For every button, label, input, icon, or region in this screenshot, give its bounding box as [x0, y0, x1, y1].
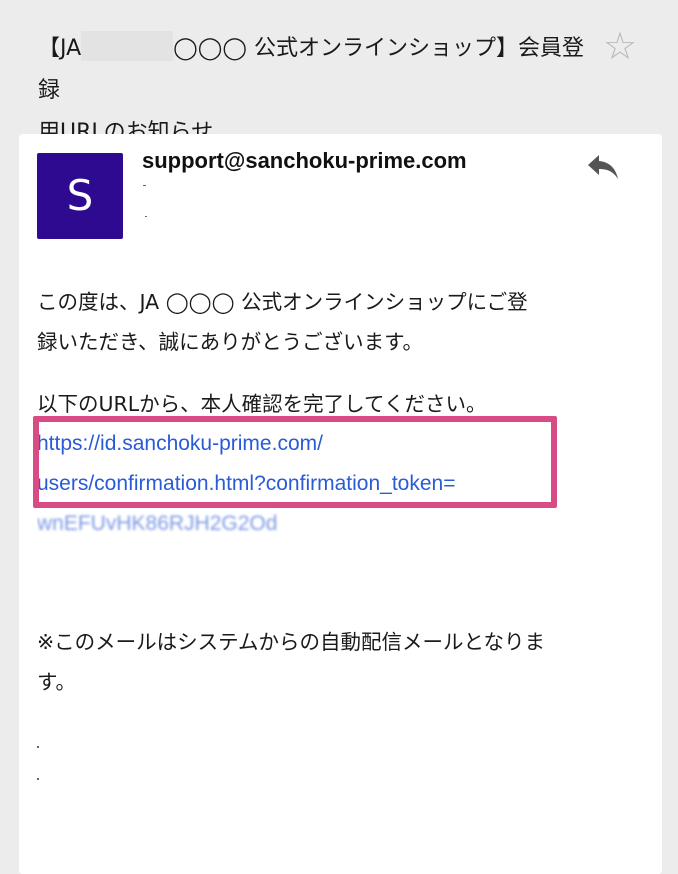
redacted-mark — [145, 216, 147, 217]
star-icon[interactable]: ☆ — [600, 26, 640, 66]
sender-address[interactable]: support@sanchoku-prime.com — [142, 148, 467, 174]
body-line: 録いただき、誠にありがとうございます。 — [37, 330, 424, 354]
body-line: この度は、JA ◯◯◯ 公式オンラインショップにご登 — [37, 290, 528, 314]
link-line: https://id.sanchoku-prime.com/ — [37, 432, 323, 455]
subject-prefix: 【JA — [38, 36, 82, 61]
link-line-obscured: wnEFUyHK86RJH2G2Qd — [37, 512, 278, 530]
subject-bar: 【JA ◯◯◯ 公式オンラインショップ】会員登録 用URLのお知らせ ☆ — [0, 0, 678, 145]
notice-line: す。 — [37, 670, 76, 694]
body-paragraph-2: 以下のURLから、本人確認を完了してください。 — [37, 392, 487, 416]
notice-line: ※このメールはシステムからの自動配信メールとなりま — [37, 630, 545, 654]
link-line: users/confirmation.html?confirmation_tok… — [37, 472, 456, 495]
avatar: S — [37, 153, 123, 239]
system-notice: ※このメールはシステムからの自動配信メールとなりま す。 — [37, 622, 647, 702]
body-paragraph-1: この度は、JA ◯◯◯ 公式オンラインショップにご登 録いただき、誠にありがとう… — [37, 282, 647, 362]
redacted-mark — [143, 185, 146, 186]
redacted-text — [81, 31, 174, 61]
reply-icon[interactable] — [585, 152, 621, 182]
confirmation-link[interactable]: https://id.sanchoku-prime.com/ users/con… — [37, 424, 637, 542]
redacted-mark — [37, 746, 39, 748]
email-card: S support@sanchoku-prime.com この度は、JA ◯◯◯… — [19, 134, 662, 874]
redacted-mark — [37, 778, 39, 780]
